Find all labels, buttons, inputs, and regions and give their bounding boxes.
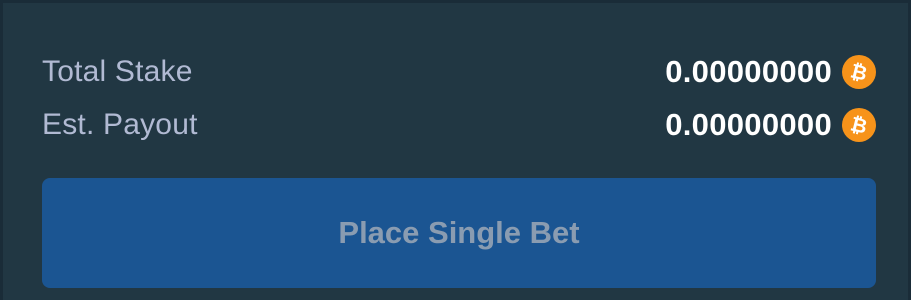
place-single-bet-button[interactable]: Place Single Bet	[42, 178, 876, 288]
total-stake-value: 0.00000000	[665, 54, 832, 89]
est-payout-label: Est. Payout	[42, 108, 198, 141]
bitcoin-icon: ₿	[842, 108, 876, 142]
est-payout-row: Est. Payout 0.00000000 ₿	[42, 105, 876, 145]
total-stake-label: Total Stake	[42, 55, 193, 88]
total-stake-value-group: 0.00000000 ₿	[665, 54, 876, 90]
bet-slip-summary-panel: Total Stake 0.00000000 ₿ Est. Payout 0.0…	[0, 0, 911, 300]
bitcoin-icon: ₿	[842, 55, 876, 89]
est-payout-value: 0.00000000	[665, 107, 832, 142]
total-stake-row: Total Stake 0.00000000 ₿	[42, 52, 876, 92]
est-payout-value-group: 0.00000000 ₿	[665, 107, 876, 143]
